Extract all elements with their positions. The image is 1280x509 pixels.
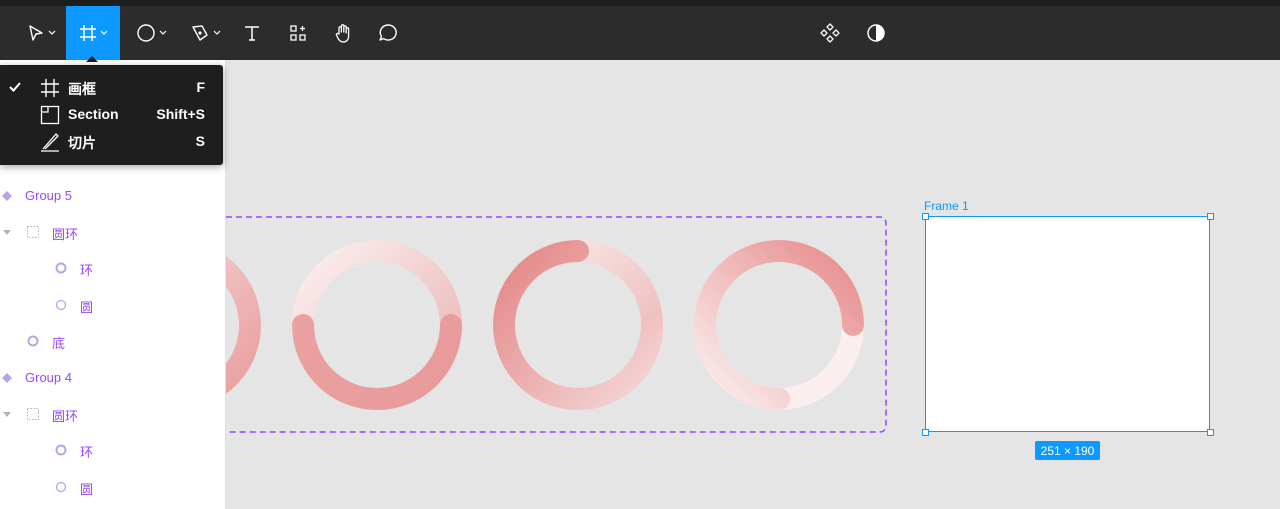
hash-frame-icon xyxy=(41,79,59,97)
hand-icon xyxy=(335,24,350,43)
toolbar xyxy=(0,6,1280,60)
resize-handle-bottom-right[interactable] xyxy=(1207,429,1214,436)
layer-label: 圆环 xyxy=(52,409,79,424)
menu-item-shortcut: Shift+S xyxy=(156,106,205,122)
expand-arrow-icon[interactable] xyxy=(3,412,11,417)
menu-item-slice[interactable]: 切片 S xyxy=(0,128,223,155)
ellipse-icon xyxy=(55,481,67,493)
diamond-icon xyxy=(2,373,12,383)
circle-icon xyxy=(136,24,155,42)
layer-label: 底 xyxy=(52,336,66,351)
contrast-half-circle-icon xyxy=(867,24,885,42)
frame-title[interactable]: Frame 1 xyxy=(924,199,969,213)
ring-2-arc xyxy=(292,314,462,411)
frame-tool-menu: 画框 F Section Shift+S 切片 S xyxy=(0,65,223,165)
ring-1 xyxy=(226,256,261,394)
chevron-down-icon xyxy=(48,30,55,35)
pen-tool-button[interactable] xyxy=(182,6,228,60)
resize-handle-top-left[interactable] xyxy=(922,213,929,220)
ellipse-icon xyxy=(55,262,67,274)
menu-item-frame[interactable]: 画框 F xyxy=(0,74,223,101)
dotted-frame-icon xyxy=(27,226,39,238)
layer-label: 圆 xyxy=(80,482,94,497)
dotted-frame-icon xyxy=(27,408,39,420)
pen-nib-icon xyxy=(191,25,208,41)
right-edge xyxy=(1272,60,1280,509)
menu-item-shortcut: F xyxy=(196,79,205,95)
section-icon xyxy=(40,105,60,125)
menu-caret xyxy=(86,56,98,62)
frame-size-badge: 251 × 190 xyxy=(1035,441,1100,460)
chevron-down-icon xyxy=(213,30,220,35)
diamond-icon xyxy=(2,191,12,201)
ellipse-icon xyxy=(55,299,67,311)
resize-handle-bottom-left[interactable] xyxy=(922,429,929,436)
layer-label: 环 xyxy=(80,445,94,460)
component-diamond-icon xyxy=(820,23,840,43)
hand-tool-button[interactable] xyxy=(328,6,360,60)
contrast-button[interactable] xyxy=(862,6,890,60)
menu-item-label: 画框 xyxy=(68,81,96,97)
ellipse-icon xyxy=(27,335,39,347)
layer-label: 圆 xyxy=(80,300,94,315)
menu-item-label: Section xyxy=(68,106,119,122)
checkmark-icon xyxy=(9,82,21,92)
hash-frame-icon xyxy=(79,25,96,41)
comment-tool-button[interactable] xyxy=(372,6,404,60)
components-grid-icon xyxy=(290,25,306,41)
move-tool-button[interactable] xyxy=(18,6,64,60)
layer-label: 圆环 xyxy=(52,227,79,242)
ellipse-icon xyxy=(55,444,67,456)
resources-tool-button[interactable] xyxy=(282,6,314,60)
menu-item-section[interactable]: Section Shift+S xyxy=(0,101,223,128)
chevron-down-icon xyxy=(159,30,166,35)
expand-arrow-icon[interactable] xyxy=(3,230,11,235)
menu-item-label: 切片 xyxy=(68,135,96,151)
layer-label: Group 5 xyxy=(25,188,72,203)
speech-bubble-icon xyxy=(379,24,397,41)
layer-label: Group 4 xyxy=(25,370,72,385)
cursor-arrow-icon xyxy=(28,25,43,41)
text-t-icon xyxy=(245,26,259,41)
shape-tool-button[interactable] xyxy=(128,6,174,60)
chevron-down-icon xyxy=(100,30,107,35)
layer-label: 环 xyxy=(80,263,94,278)
text-tool-button[interactable] xyxy=(236,6,268,60)
frame-1[interactable] xyxy=(925,216,1210,432)
menu-item-shortcut: S xyxy=(195,133,205,149)
slice-knife-icon xyxy=(41,133,59,152)
resize-handle-top-right[interactable] xyxy=(1207,213,1214,220)
component-button[interactable] xyxy=(816,6,844,60)
frame-tool-button[interactable] xyxy=(66,6,120,60)
